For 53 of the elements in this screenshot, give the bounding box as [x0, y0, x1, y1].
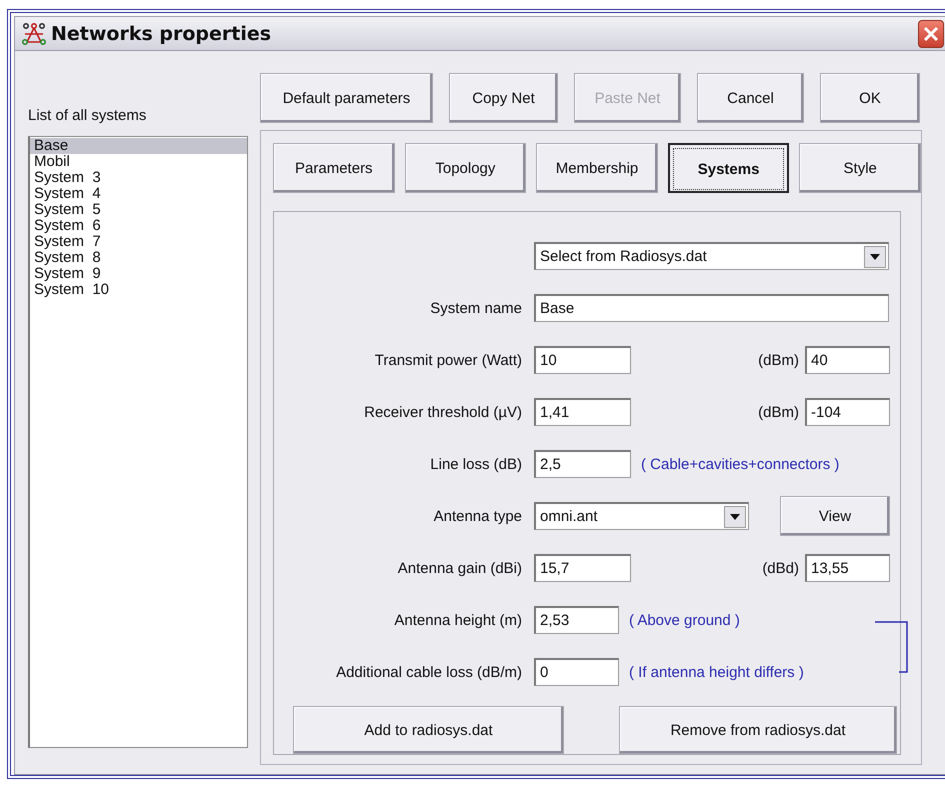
network-icon	[21, 22, 47, 44]
action-button[interactable]: Add to radiosys.dat	[293, 706, 564, 754]
number-field[interactable]: 0	[534, 658, 619, 686]
list-item[interactable]: System 7	[30, 234, 247, 250]
view-button[interactable]: View	[780, 496, 890, 536]
number-field[interactable]: 1,41	[534, 398, 631, 426]
unit-label: (dBm)	[758, 404, 799, 420]
dropdown[interactable]: omni.ant	[534, 502, 749, 530]
tab[interactable]: Membership	[536, 143, 658, 193]
list-item[interactable]: System 9	[30, 266, 247, 282]
hint-text: ( Above ground )	[629, 612, 740, 628]
tab[interactable]: Systems	[668, 143, 790, 193]
list-item[interactable]: Base	[30, 138, 247, 154]
field-label: Antenna gain (dBi)	[396, 560, 522, 576]
field-label: Line loss (dB)	[429, 456, 522, 472]
unit-label: (dBd)	[762, 560, 799, 576]
action-button[interactable]: Remove from radiosys.dat	[619, 706, 897, 754]
hint-text: ( Cable+cavities+connectors )	[641, 456, 840, 472]
close-icon[interactable]	[923, 26, 939, 42]
tab[interactable]: Topology	[404, 143, 526, 193]
number-field[interactable]: 2,53	[534, 606, 619, 634]
field-label: Additional cable loss (dB/m)	[335, 664, 522, 680]
number-field[interactable]: 15,7	[534, 554, 631, 582]
field-label: Transmit power (Watt)	[374, 352, 522, 368]
number-field[interactable]: 2,5	[534, 450, 631, 478]
toolbar-button[interactable]: OK	[820, 73, 920, 123]
list-item[interactable]: System 10	[30, 282, 247, 298]
list-item[interactable]: System 6	[30, 218, 247, 234]
text-field[interactable]: Base	[534, 294, 889, 322]
list-item[interactable]: Mobil	[30, 154, 247, 170]
close-button[interactable]	[918, 20, 944, 48]
number-field[interactable]: 13,55	[805, 554, 890, 582]
field-label: Receiver threshold (µV)	[363, 404, 522, 420]
tab[interactable]: Parameters	[273, 143, 395, 193]
toolbar-button[interactable]: Default parameters	[260, 73, 433, 123]
number-field[interactable]: 10	[534, 346, 631, 374]
dropdown[interactable]: Select from Radiosys.dat	[534, 242, 889, 270]
list-item[interactable]: System 4	[30, 186, 247, 202]
toolbar-button[interactable]: Cancel	[697, 73, 804, 123]
window-title: Networks properties	[51, 22, 272, 44]
list-item[interactable]: System 5	[30, 202, 247, 218]
field-label: System name	[429, 300, 522, 316]
toolbar-button[interactable]: Copy Net	[449, 73, 558, 123]
field-label: Antenna type	[432, 508, 522, 524]
field-label: Antenna height (m)	[393, 612, 522, 628]
tab[interactable]: Style	[799, 143, 921, 193]
hint-text: ( If antenna height differs )	[629, 664, 804, 680]
number-field[interactable]: 40	[805, 346, 890, 374]
number-field[interactable]: -104	[805, 398, 890, 426]
unit-label: (dBm)	[758, 352, 799, 368]
list-item[interactable]: System 8	[30, 250, 247, 266]
list-item[interactable]: System 3	[30, 170, 247, 186]
list-label: List of all systems	[28, 108, 148, 124]
